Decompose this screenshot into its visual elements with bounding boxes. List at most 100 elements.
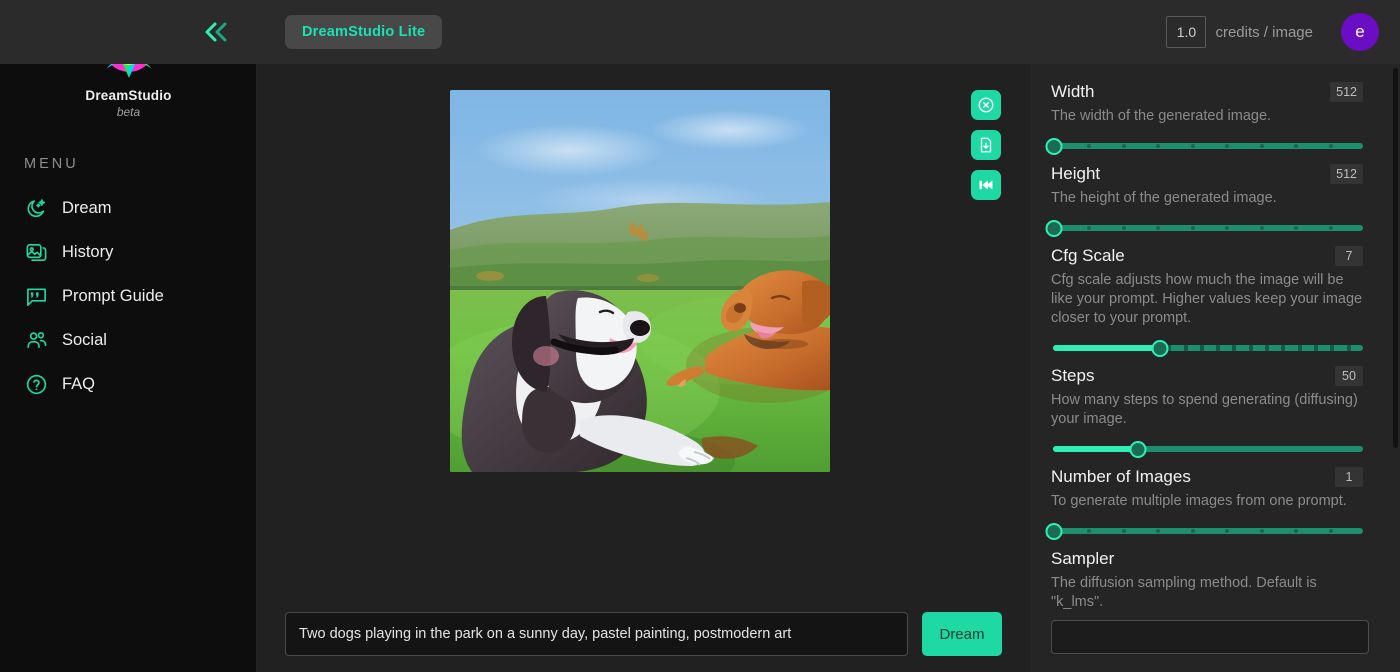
prompt-input[interactable] — [285, 612, 908, 656]
setting-slider[interactable] — [1051, 435, 1363, 463]
cancel-button[interactable] — [971, 90, 1001, 120]
setting-value-badge[interactable]: 50 — [1335, 366, 1363, 386]
setting-title: Width — [1051, 82, 1095, 101]
rewind-button[interactable] — [971, 170, 1001, 200]
top-bar-left — [0, 0, 257, 64]
slider-fill — [1053, 446, 1141, 452]
setting-value-badge[interactable]: 7 — [1335, 246, 1363, 266]
top-bar-right: 1.0 credits / image e — [1166, 0, 1400, 64]
sidebar-item-label: Dream — [62, 198, 112, 217]
slider-tick — [1087, 144, 1092, 148]
slider-tick — [1156, 144, 1161, 148]
slider-tick — [1225, 226, 1230, 230]
image-stack-icon — [24, 240, 48, 264]
slider-tick — [1121, 529, 1126, 533]
sidebar-item-label: FAQ — [62, 374, 96, 393]
slider-tick — [1183, 345, 1188, 351]
setting-height: Height 512 The height of the generated ima… — [1045, 164, 1363, 242]
sidebar-item-dream[interactable]: Dream — [0, 186, 257, 230]
sidebar-item-faq[interactable]: FAQ — [0, 362, 257, 406]
setting-header: Steps 50 — [1051, 366, 1363, 386]
setting-header: Height 512 — [1051, 164, 1363, 184]
canvas-area — [257, 64, 1030, 584]
setting-slider[interactable] — [1045, 214, 1363, 242]
slider-tick — [1121, 144, 1126, 148]
dreamstudio-app: DreamStudio Lite 1.0 credits / image e D… — [0, 0, 1400, 672]
slider-tick — [1328, 226, 1333, 230]
slider-tick — [1294, 529, 1299, 533]
slider-tick — [1281, 345, 1286, 351]
slider-tick — [1225, 144, 1230, 148]
settings-scrollbar[interactable] — [1393, 68, 1398, 448]
sidebar-item-history[interactable]: History — [0, 230, 257, 274]
slider-tick — [1330, 345, 1335, 351]
collapse-sidebar-button[interactable] — [196, 14, 238, 50]
slider-handle[interactable] — [1151, 340, 1169, 357]
slider-handle[interactable] — [1045, 138, 1063, 155]
slider-tick — [1087, 226, 1092, 230]
setting-header: Cfg Scale 7 — [1051, 246, 1363, 266]
slider-handle[interactable] — [1129, 441, 1147, 458]
close-circle-icon — [978, 97, 994, 113]
sidebar-item-social[interactable]: Social — [0, 318, 257, 362]
slider-tick — [1328, 144, 1333, 148]
slider-handle[interactable] — [1045, 220, 1063, 237]
download-button[interactable] — [971, 130, 1001, 160]
slider-tick — [1294, 226, 1299, 230]
setting-sampler: Sampler The diffusion sampling method. De… — [1051, 549, 1369, 654]
menu-heading: MENU — [24, 156, 79, 172]
setting-value-badge[interactable]: 512 — [1330, 82, 1363, 102]
main-content: Dream — [257, 64, 1030, 672]
slider-tick — [1190, 529, 1195, 533]
dream-button[interactable]: Dream — [922, 612, 1002, 656]
slider-tick — [1087, 529, 1092, 533]
slider-ticks — [1053, 528, 1363, 534]
top-bar: DreamStudio Lite 1.0 credits / image e — [0, 0, 1400, 64]
slider-tick — [1190, 226, 1195, 230]
sidebar: DreamStudio beta MENU Dream History Prom… — [0, 0, 257, 672]
setting-header: Sampler — [1051, 549, 1363, 569]
setting-number-of-images: Number of Images 1 To generate multiple im… — [1045, 467, 1363, 545]
setting-width: Width 512 The width of the generated image… — [1045, 82, 1363, 160]
setting-title: Cfg Scale — [1051, 246, 1125, 265]
file-download-icon — [980, 137, 992, 153]
credits-per-image-value[interactable]: 1.0 — [1166, 16, 1207, 48]
prompt-row: Dream — [257, 612, 1030, 656]
slider-ticks — [1053, 225, 1363, 231]
slider-tick — [1199, 345, 1204, 351]
setting-steps: Steps 50 How many steps to spend generatin… — [1051, 366, 1363, 463]
setting-value-badge[interactable]: 512 — [1330, 164, 1363, 184]
brand-beta-label: beta — [116, 105, 141, 119]
slider-tick — [1225, 529, 1230, 533]
setting-slider[interactable] — [1045, 517, 1363, 545]
setting-value-badge[interactable]: 1 — [1335, 467, 1363, 487]
setting-slider[interactable] — [1051, 334, 1363, 362]
sidebar-item-prompt-guide[interactable]: Prompt Guide — [0, 274, 257, 318]
setting-title: Steps — [1051, 366, 1095, 385]
setting-description: The width of the generated image. — [1051, 108, 1272, 124]
people-icon — [24, 328, 48, 352]
slider-handle[interactable] — [1045, 523, 1063, 540]
slider-tick — [1156, 226, 1161, 230]
settings-list: Width 512 The width of the generated image… — [1030, 64, 1400, 654]
sidebar-item-label: Social — [62, 330, 107, 349]
setting-cfg-scale: Cfg Scale 7 Cfg scale adjusts how much the… — [1051, 246, 1363, 362]
setting-slider[interactable] — [1045, 132, 1363, 160]
slider-tick — [1216, 345, 1221, 351]
slider-tick — [1294, 144, 1299, 148]
sampler-select[interactable] — [1051, 620, 1369, 654]
slider-tick — [1121, 226, 1126, 230]
skip-back-icon — [979, 180, 993, 190]
setting-header: Width 512 — [1051, 82, 1363, 102]
slider-tick — [1232, 345, 1237, 351]
generated-image[interactable] — [450, 90, 830, 472]
setting-description: To generate multiple images from one pro… — [1051, 493, 1347, 509]
dreamstudio-lite-badge[interactable]: DreamStudio Lite — [285, 15, 443, 49]
settings-panel: Width 512 The width of the generated image… — [1030, 64, 1400, 672]
menu-list: Dream History Prompt Guide Social FAQ — [0, 186, 257, 406]
slider-tick — [1314, 345, 1319, 351]
avatar[interactable]: e — [1341, 13, 1379, 51]
slider-fill — [1053, 345, 1163, 351]
slider-tick — [1259, 226, 1264, 230]
slider-tick — [1156, 529, 1161, 533]
